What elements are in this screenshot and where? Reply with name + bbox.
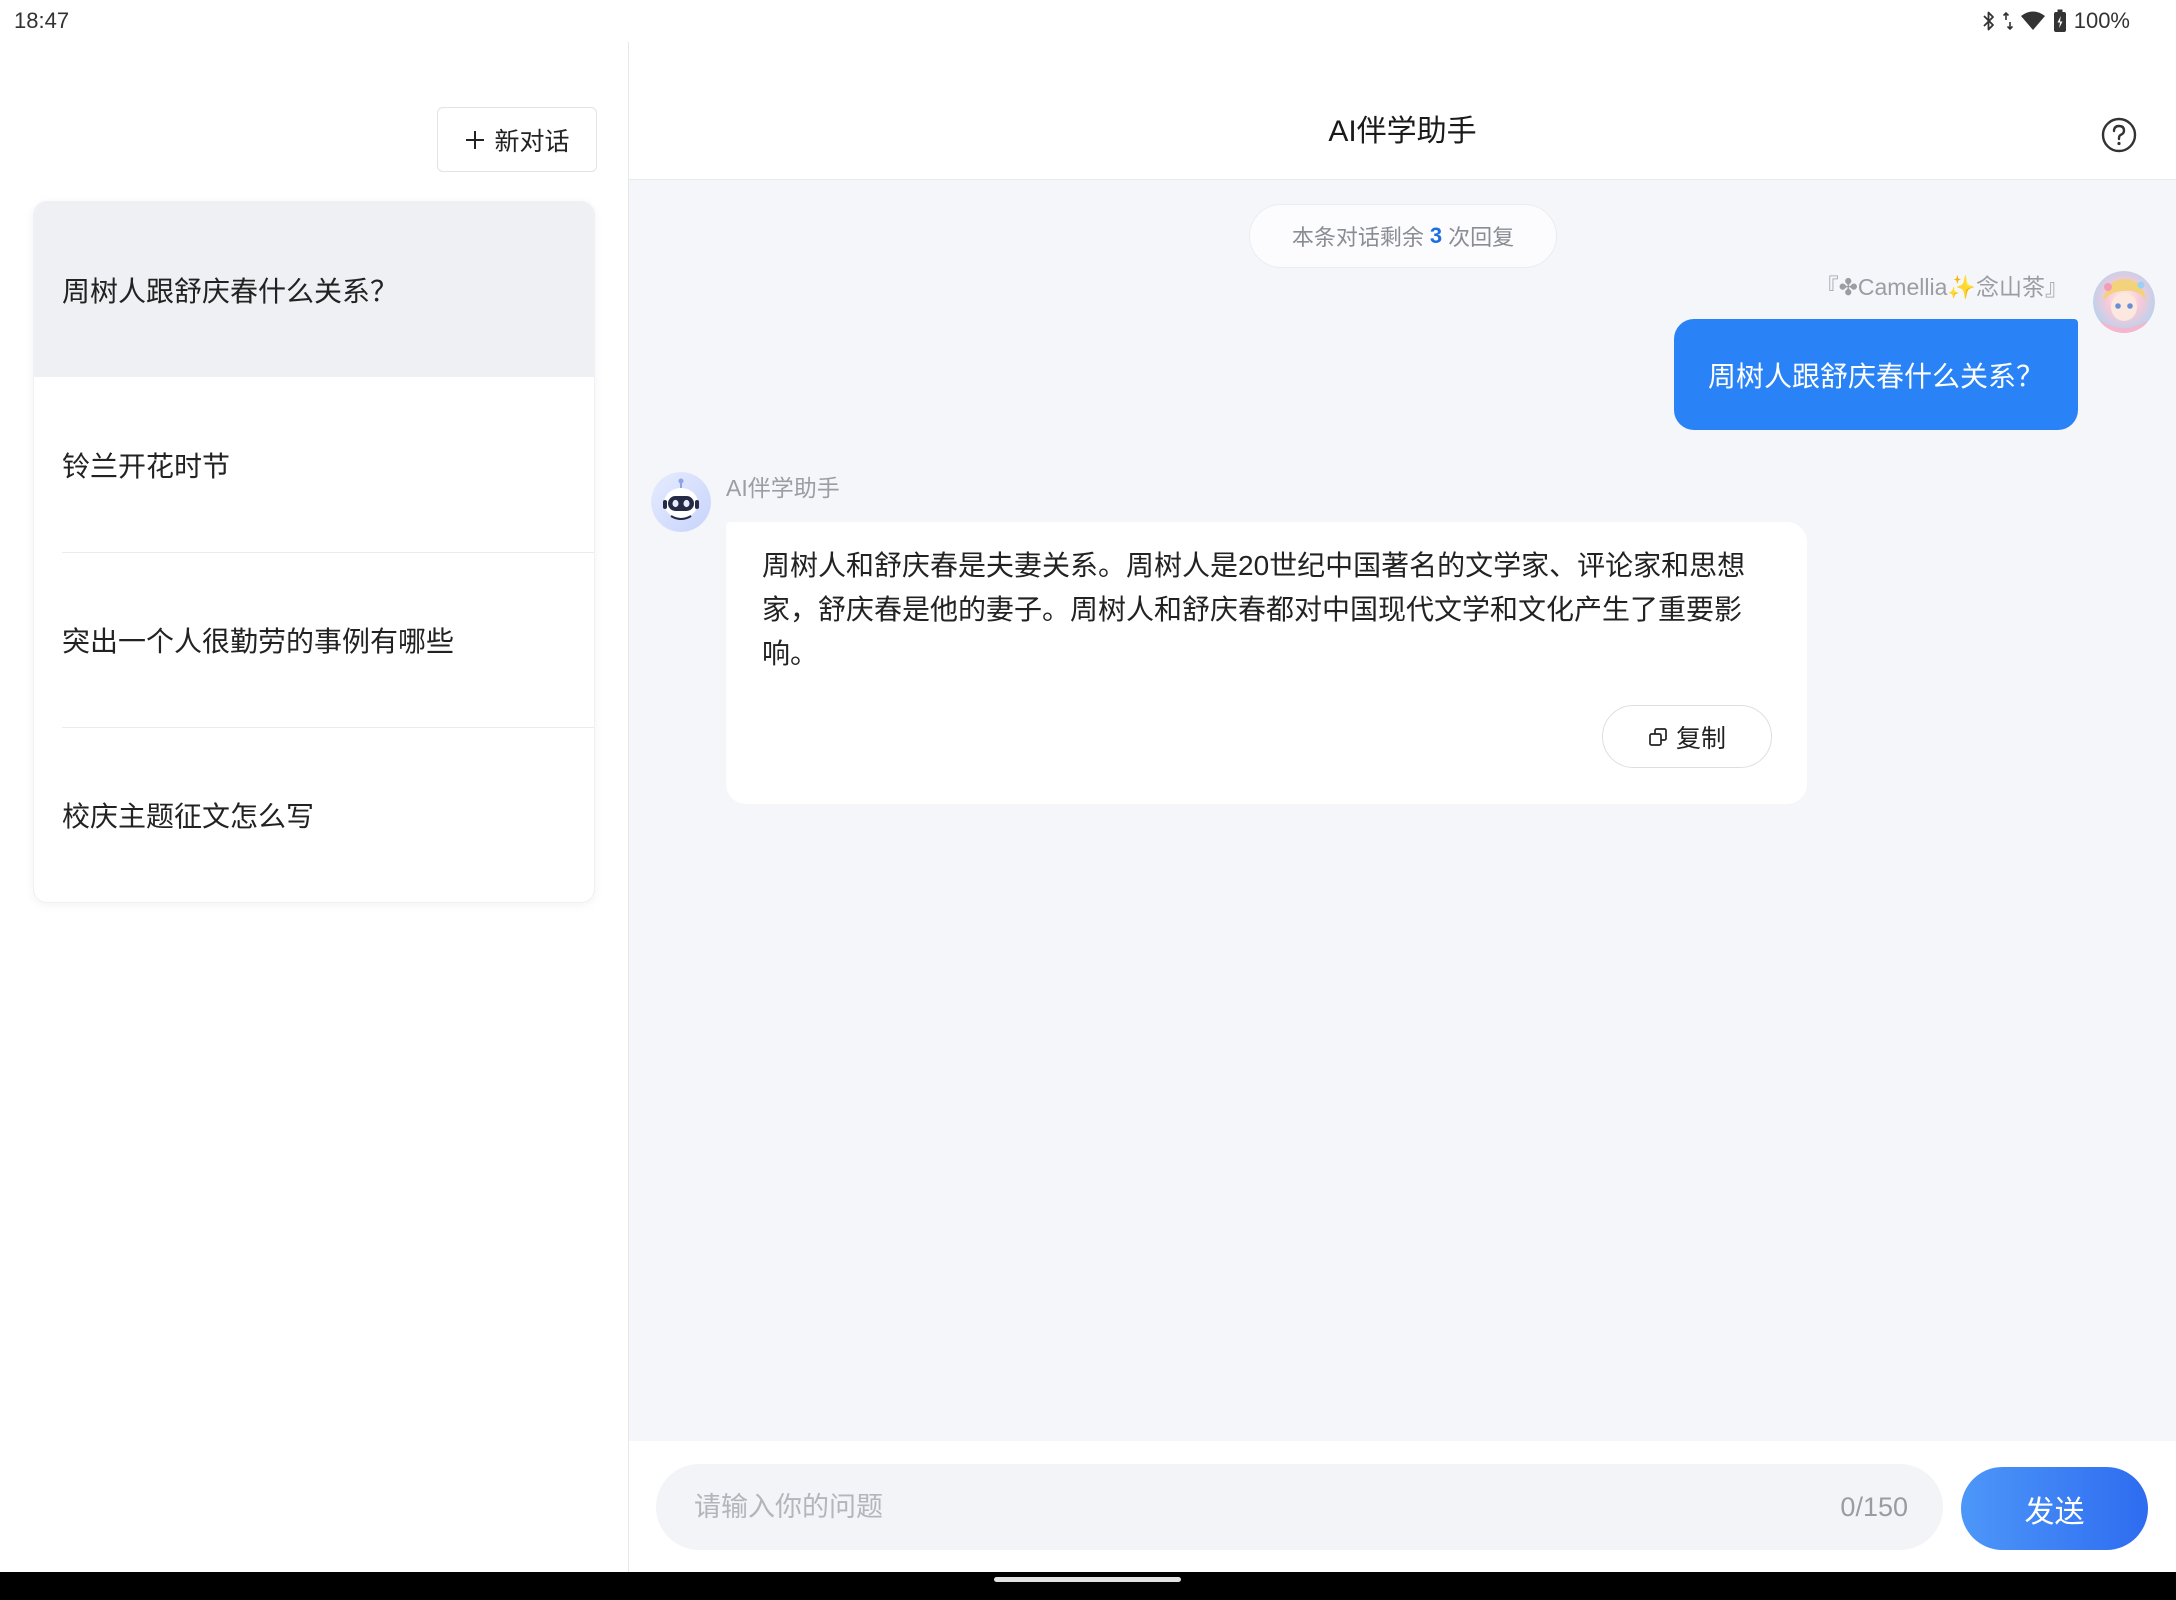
status-time: 18:47 [14, 8, 70, 33]
new-chat-button[interactable]: 新对话 [437, 107, 597, 172]
user-name: 『✤Camellia✨念山茶』 [1815, 274, 2068, 300]
assistant-message-text[interactable]: 周树人和舒庆春是夫妻关系。周树人是20世纪中国著名的文学家、评论家和思想家，舒庆… [762, 544, 1771, 676]
remaining-count: 3 [1429, 223, 1443, 248]
conversation-item[interactable]: 铃兰开花时节 [34, 377, 594, 552]
conversation-item[interactable]: 周树人跟舒庆春什么关系？ [34, 202, 594, 377]
conversation-sidebar: 新对话 周树人跟舒庆春什么关系？ 铃兰开花时节 突出一个人很勤劳的事例有哪些 校… [0, 42, 629, 1572]
conversation-list: 周树人跟舒庆春什么关系？ 铃兰开花时节 突出一个人很勤劳的事例有哪些 校庆主题征… [33, 201, 595, 903]
user-message-bubble: 周树人跟舒庆春什么关系？ [1674, 319, 2078, 430]
copy-icon [1649, 727, 1667, 746]
remaining-replies-badge: 本条对话剩余 3 次回复 [1249, 204, 1557, 268]
copy-button[interactable]: 复制 [1602, 705, 1772, 768]
chat-header: AI伴学助手 [629, 42, 2176, 180]
home-indicator[interactable] [994, 1577, 1181, 1582]
question-input[interactable] [692, 1464, 1752, 1550]
plus-icon [466, 130, 485, 149]
battery-percent: 100% [2073, 8, 2130, 33]
send-label: 发送 [2024, 1495, 2085, 1529]
composer: 0/150 发送 [629, 1441, 2176, 1572]
new-chat-label: 新对话 [494, 127, 570, 156]
conversation-item[interactable]: 突出一个人很勤劳的事例有哪些 [34, 552, 594, 727]
status-bar: 18:47 100% [0, 0, 2176, 42]
conversation-title: 铃兰开花时节 [62, 450, 231, 482]
character-counter: 0/150 [1840, 1492, 1908, 1522]
copy-label: 复制 [1675, 724, 1726, 753]
assistant-avatar [651, 472, 711, 532]
assistant-message-bubble: 周树人和舒庆春是夫妻关系。周树人是20世纪中国著名的文学家、评论家和思想家，舒庆… [726, 522, 1807, 804]
wifi-icon [2020, 11, 2045, 30]
status-icons: 100% [1982, 0, 2130, 42]
conversation-title: 校庆主题征文怎么写 [62, 800, 315, 832]
conversation-item[interactable]: 校庆主题征文怎么写 [34, 727, 594, 902]
battery-icon [2053, 9, 2066, 32]
bluetooth-icon [1983, 11, 1994, 31]
remaining-suffix: 次回复 [1448, 225, 1515, 250]
chat-panel: AI伴学助手 本条对话剩余 3 次回复 『✤Camellia✨念山茶』 周树人跟… [629, 42, 2176, 1572]
question-input-container: 0/150 [656, 1464, 1943, 1550]
conversation-title: 突出一个人很勤劳的事例有哪些 [62, 625, 455, 657]
user-message-text: 周树人跟舒庆春什么关系？ [1707, 360, 2044, 392]
send-button[interactable]: 发送 [1961, 1467, 2148, 1550]
data-arrows-icon [2002, 11, 2013, 31]
system-nav-bar [0, 1572, 2176, 1600]
message-list: 本条对话剩余 3 次回复 『✤Camellia✨念山茶』 周树人跟舒庆春什么关系… [629, 180, 2176, 1441]
user-avatar [2093, 271, 2155, 333]
assistant-name: AI伴学助手 [726, 475, 840, 501]
conversation-title: 周树人跟舒庆春什么关系？ [62, 275, 399, 307]
help-circle-icon[interactable] [2101, 117, 2137, 153]
remaining-prefix: 本条对话剩余 [1291, 225, 1424, 250]
page-title: AI伴学助手 [1328, 115, 1477, 148]
